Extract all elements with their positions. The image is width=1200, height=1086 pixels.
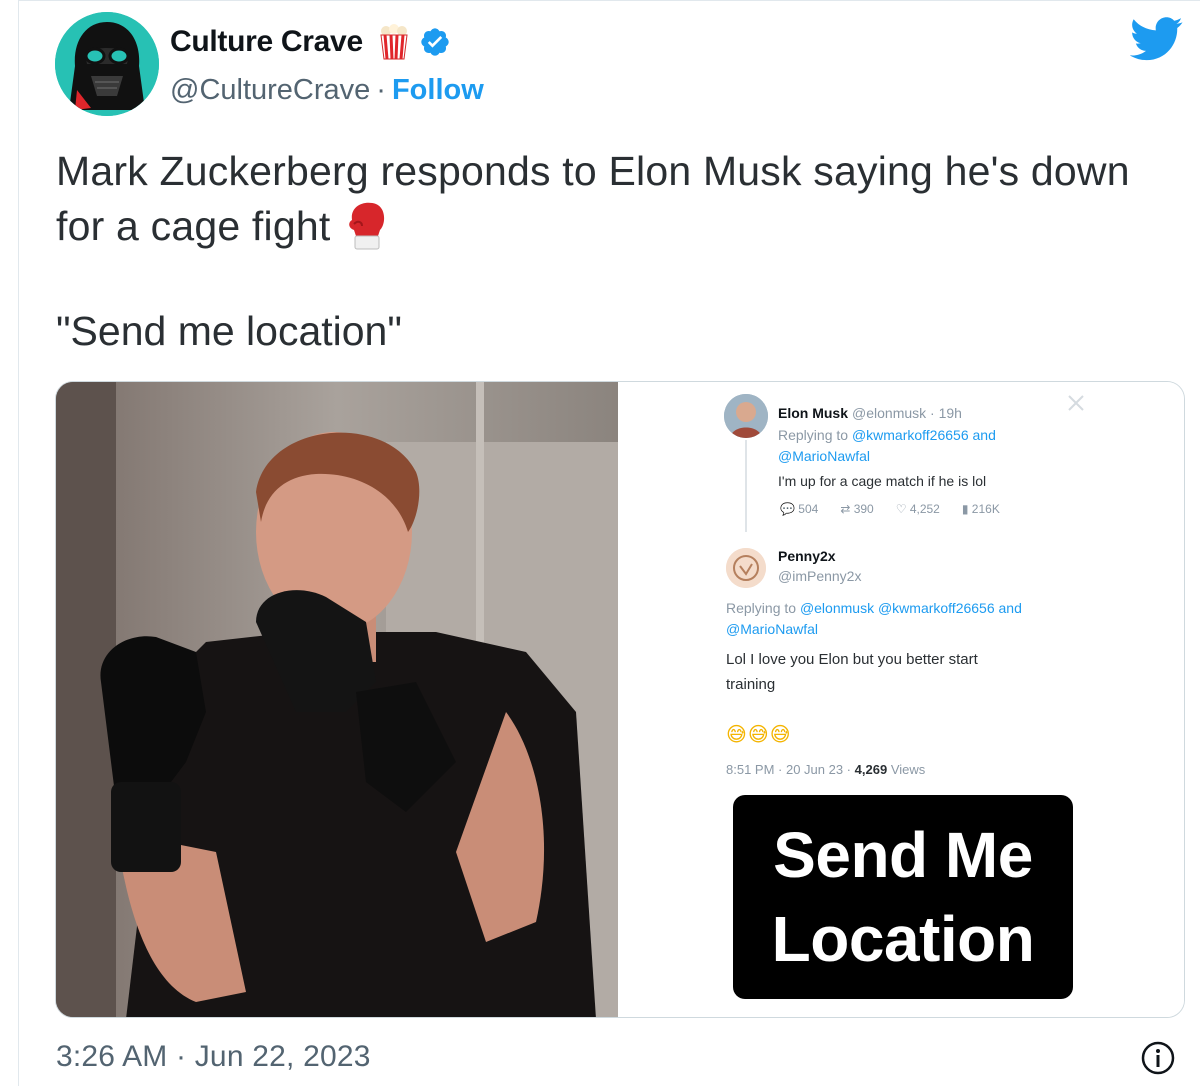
penny-views-count: 4,269 xyxy=(854,762,888,777)
penny-views-label: Views xyxy=(890,762,926,777)
elon-stats-row: 💬 504 ⇄ 390 ♡ 4,252 ▮ 216K xyxy=(780,502,1000,516)
laughing-emoji: 😅😅😅 xyxy=(726,724,792,746)
reply-count-value: 504 xyxy=(798,502,819,516)
tweet-text-line-1: Mark Zuckerberg responds to Elon Musk sa… xyxy=(56,148,1130,194)
tweet-text-line-2-text: for a cage fight xyxy=(56,203,331,249)
elon-name-row: Elon Musk @elonmusk · 19h xyxy=(778,405,962,421)
penny-timestamp: 8:51 PM · 20 Jun 23 · 4,269 Views xyxy=(726,762,925,777)
penny-body-line-2: training xyxy=(726,676,776,693)
follow-button[interactable]: Follow xyxy=(392,74,484,107)
author-display-name[interactable]: Culture Crave xyxy=(170,25,363,59)
elon-name: Elon Musk xyxy=(778,405,849,421)
view-count[interactable]: ▮ 216K xyxy=(962,502,1000,516)
send-me-location-overlay: Send Me Location xyxy=(733,795,1073,999)
retweet-count[interactable]: ⇄ 390 xyxy=(840,502,873,516)
elon-replying-row: Replying to @kwmarkoff26656 and xyxy=(778,427,996,443)
elon-tweet-body: I'm up for a cage match if he is lol xyxy=(778,473,987,489)
info-icon[interactable] xyxy=(1140,1040,1176,1076)
boxing-glove-icon xyxy=(349,202,385,250)
overlay-line-2: Location xyxy=(771,903,1035,975)
elon-meta: @elonmusk · 19h xyxy=(852,405,962,421)
penny-time: 8:51 PM · 20 Jun 23 · xyxy=(726,762,852,777)
like-count[interactable]: ♡ 4,252 xyxy=(896,502,940,516)
penny-replying-prefix: Replying to xyxy=(726,600,797,616)
tweet-timestamp[interactable]: 3:26 AM · Jun 22, 2023 xyxy=(56,1040,371,1074)
penny-body-line-1: Lol I love you Elon but you better start xyxy=(726,651,978,668)
overlay-line-1: Send Me xyxy=(773,819,1033,891)
tweet-text: Mark Zuckerberg responds to Elon Musk sa… xyxy=(56,145,1186,251)
author-avatar[interactable] xyxy=(55,12,159,116)
elon-replying-to-2: @MarioNawfal xyxy=(778,448,871,464)
elon-replying-prefix: Replying to xyxy=(778,427,849,443)
close-icon[interactable] xyxy=(1063,390,1089,416)
author-handle[interactable]: @CultureCrave xyxy=(170,74,370,107)
penny-replying-to-2: @MarioNawfal xyxy=(726,621,819,637)
elon-replying-to: @kwmarkoff26656 and xyxy=(851,427,996,443)
popcorn-icon xyxy=(380,24,408,60)
boxing-photo[interactable] xyxy=(56,382,618,1017)
penny-replying-row: Replying to @elonmusk @kwmarkoff26656 an… xyxy=(726,600,1022,616)
tweet-text-line-2: for a cage fight xyxy=(56,198,1186,251)
like-count-value: 4,252 xyxy=(909,502,940,516)
retweet-count-value: 390 xyxy=(853,502,874,516)
penny-name: Penny2x xyxy=(778,548,836,564)
verified-badge-icon xyxy=(421,28,449,56)
penny-replying-to: @elonmusk @kwmarkoff26656 and xyxy=(799,600,1022,616)
elon-avatar xyxy=(724,394,768,438)
embedded-screenshot: Elon Musk @elonmusk · 19h Replying to @kw… xyxy=(618,382,1184,1017)
penny-handle: @imPenny2x xyxy=(778,568,862,584)
tweet-quote: "Send me location" xyxy=(56,308,402,354)
separator: · xyxy=(376,73,386,106)
tweet-media[interactable]: Elon Musk @elonmusk · 19h Replying to @kw… xyxy=(55,381,1185,1018)
penny-avatar xyxy=(726,548,766,588)
author-name-row: Culture Crave xyxy=(170,22,451,62)
thread-line xyxy=(745,440,747,532)
reply-count[interactable]: 💬 504 xyxy=(780,502,818,516)
author-handle-row: @CultureCrave · Follow xyxy=(170,70,484,110)
twitter-bird-icon[interactable] xyxy=(1130,17,1184,61)
view-count-value: 216K xyxy=(971,502,1000,516)
